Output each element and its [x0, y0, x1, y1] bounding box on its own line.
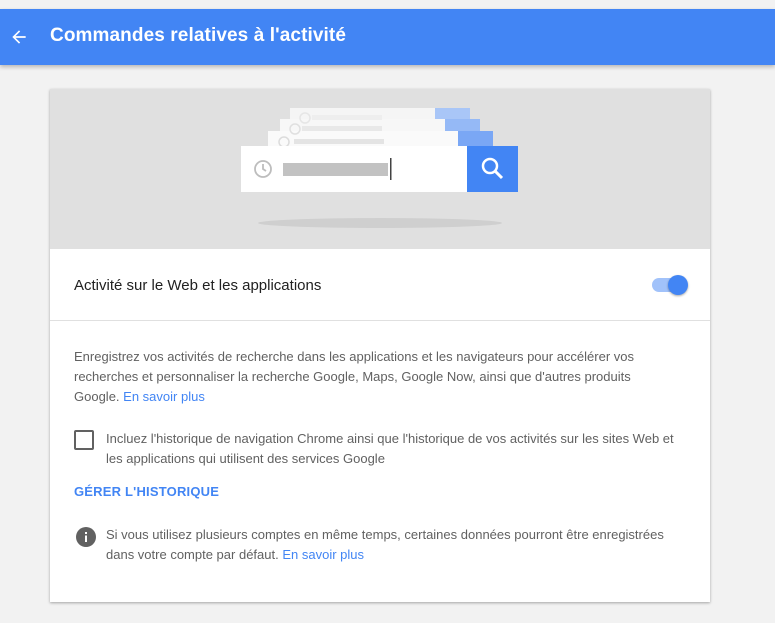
app-bar: Commandes relatives à l'activité: [0, 9, 775, 65]
info-learn-more-link[interactable]: En savoir plus: [282, 547, 364, 562]
page-title: Commandes relatives à l'activité: [50, 25, 347, 46]
setting-title: Activité sur le Web et les applications: [74, 277, 322, 294]
chrome-history-checkbox[interactable]: [74, 430, 94, 450]
learn-more-link[interactable]: En savoir plus: [123, 389, 205, 404]
search-illustration-graphic: [241, 108, 518, 228]
chrome-history-label: Incluez l'historique de navigation Chrom…: [106, 431, 674, 466]
activity-card: Activité sur le Web et les applications …: [50, 89, 710, 602]
multiple-accounts-note: Si vous utilisez plusieurs comptes en mê…: [106, 525, 666, 565]
activity-description: Enregistrez vos activités de recherche d…: [74, 347, 634, 407]
back-button[interactable]: [0, 18, 38, 56]
web-app-activity-row: Activité sur le Web et les applications: [50, 249, 710, 321]
info-icon: [76, 527, 96, 547]
toggle-thumb: [668, 275, 688, 295]
manage-history-button[interactable]: GÉRER L'HISTORIQUE: [74, 484, 219, 499]
search-illustration: [50, 89, 710, 249]
info-text: Si vous utilisez plusieurs comptes en mê…: [106, 527, 664, 562]
activity-toggle[interactable]: [650, 275, 688, 295]
arrow-left-icon: [12, 30, 26, 44]
